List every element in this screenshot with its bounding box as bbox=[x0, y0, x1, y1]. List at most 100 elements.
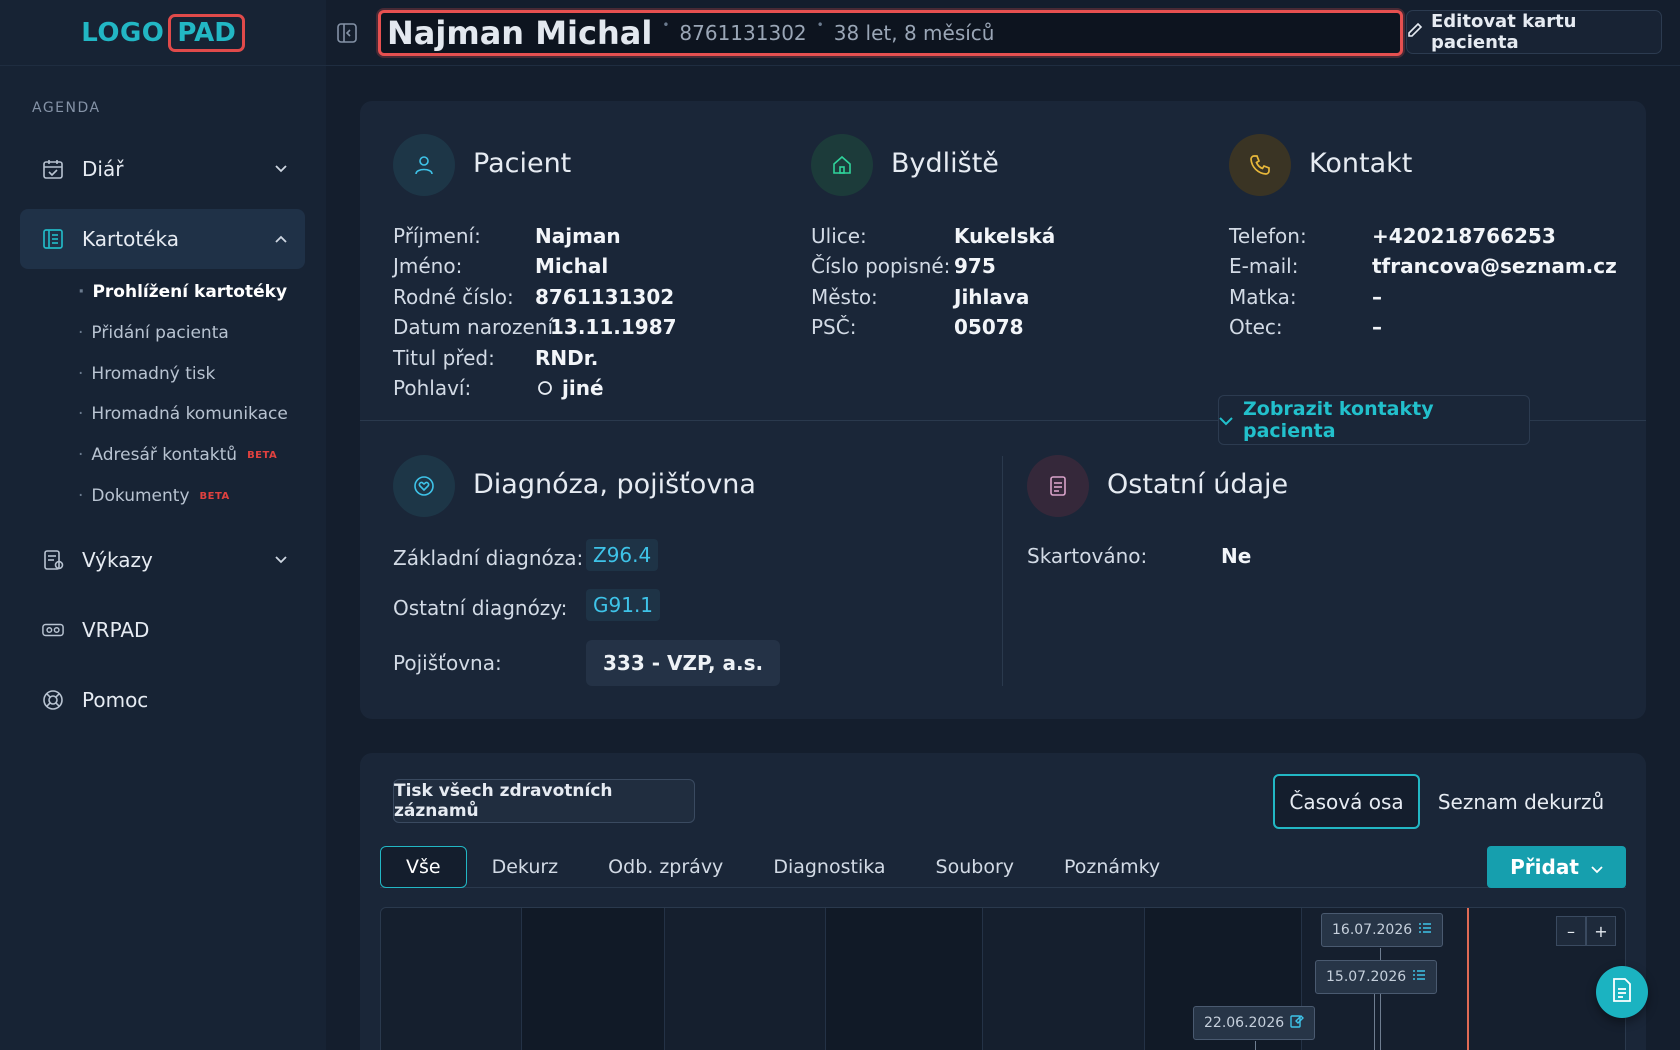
header: Najman Michal • 8761131302 • 38 let, 8 m… bbox=[326, 0, 1680, 66]
beta-badge: BETA bbox=[199, 490, 230, 502]
timeline[interactable]: 16.07.2026 15.07.2026 22.06.2026 – + bbox=[380, 907, 1626, 1050]
sidebar-item-vykazy[interactable]: Výkazy bbox=[20, 530, 305, 590]
zoom-out-button[interactable]: – bbox=[1556, 916, 1586, 946]
sidebar-item-vrpad[interactable]: VRPAD bbox=[20, 600, 305, 660]
sidebar-item-kartoteka[interactable]: Kartotéka bbox=[20, 209, 305, 269]
value-mother: – bbox=[1372, 285, 1382, 309]
sidebar-item-label: VRPAD bbox=[82, 618, 150, 642]
sidebar-item-pomoc[interactable]: Pomoc bbox=[20, 670, 305, 730]
value-phone: +420218766253 bbox=[1372, 224, 1556, 248]
timeline-gridline bbox=[664, 908, 665, 1050]
sidebar-item-label: Pomoc bbox=[82, 688, 149, 712]
label-zip: PSČ: bbox=[811, 315, 857, 339]
patient-age: 38 let, 8 měsíců bbox=[833, 21, 995, 45]
label-insurance: Pojišťovna: bbox=[393, 651, 502, 675]
timeline-now-marker bbox=[1467, 908, 1469, 1050]
label-title: Titul před: bbox=[393, 346, 495, 370]
timeline-gridline bbox=[825, 908, 826, 1050]
label-phone: Telefon: bbox=[1229, 224, 1307, 248]
chevron-down-icon bbox=[1219, 409, 1233, 431]
home-icon bbox=[811, 134, 873, 196]
sidebar-subitem-tisk[interactable]: Hromadný tisk bbox=[78, 364, 215, 384]
filter-files[interactable]: Soubory bbox=[911, 846, 1039, 888]
value-house-number: 975 bbox=[954, 254, 996, 278]
sidebar-subitem-adresar[interactable]: Adresář kontaktů BETA bbox=[78, 445, 277, 465]
filter-diagnostics[interactable]: Diagnostika bbox=[748, 846, 910, 888]
label-gender: Pohlaví: bbox=[393, 376, 472, 400]
label-firstname: Jméno: bbox=[393, 254, 463, 278]
sidebar-collapse-icon[interactable] bbox=[336, 22, 358, 44]
edit-patient-button[interactable]: Editovat kartu pacienta bbox=[1406, 10, 1662, 54]
section-title-residence: Bydliště bbox=[891, 148, 999, 179]
list-icon bbox=[1412, 969, 1426, 985]
patient-title: Najman Michal • 8761131302 • 38 let, 8 m… bbox=[378, 10, 1403, 56]
label-birth-date: Datum narození: bbox=[393, 315, 560, 339]
patient-info-card: Pacient Příjmení: Najman Jméno: Michal R… bbox=[360, 101, 1646, 719]
filter-decursus[interactable]: Dekurz bbox=[467, 846, 584, 888]
sidebar-subitem-prohlizeni[interactable]: Prohlížení kartotéky bbox=[78, 282, 287, 302]
label-birth-number: Rodné číslo: bbox=[393, 285, 514, 309]
filter-notes[interactable]: Poznámky bbox=[1039, 846, 1185, 888]
document-icon bbox=[1611, 977, 1633, 1007]
timeline-event[interactable]: 22.06.2026 bbox=[1193, 1006, 1316, 1040]
report-icon bbox=[42, 549, 64, 571]
show-contacts-button[interactable]: Zobrazit kontakty pacienta bbox=[1218, 395, 1530, 445]
sidebar-item-label: Diář bbox=[82, 157, 124, 181]
event-date: 15.07.2026 bbox=[1326, 969, 1407, 985]
document-fab-button[interactable] bbox=[1596, 966, 1648, 1018]
add-record-button[interactable]: Přidat bbox=[1487, 846, 1626, 888]
label-other-diagnoses: Ostatní diagnózy: bbox=[393, 596, 568, 620]
gender-circle-icon bbox=[537, 380, 553, 400]
event-date: 22.06.2026 bbox=[1204, 1015, 1285, 1031]
records-card: Tisk všech zdravotních záznamů Časová os… bbox=[360, 753, 1646, 1050]
chevron-down-icon bbox=[275, 162, 305, 177]
section-title-other: Ostatní údaje bbox=[1107, 469, 1289, 500]
value-birth-number: 8761131302 bbox=[535, 285, 675, 309]
timeline-event[interactable]: 15.07.2026 bbox=[1315, 960, 1438, 994]
sidebar-item-label: Výkazy bbox=[82, 548, 153, 572]
subitem-label: Hromadný tisk bbox=[91, 364, 216, 384]
tab-timeline[interactable]: Časová osa bbox=[1273, 774, 1420, 829]
timeline-band bbox=[521, 908, 664, 1050]
sidebar-subitem-komunikace[interactable]: Hromadná komunikace bbox=[78, 404, 288, 424]
logo-badge: PAD bbox=[168, 13, 245, 52]
patient-id: 8761131302 bbox=[679, 21, 807, 45]
value-gender: jiné bbox=[562, 376, 604, 400]
print-all-records-button[interactable]: Tisk všech zdravotních záznamů bbox=[393, 779, 695, 823]
base-diagnosis-chip[interactable]: Z96.4 bbox=[586, 539, 659, 571]
value-title: RNDr. bbox=[535, 346, 599, 370]
section-title-diagnosis: Diagnóza, pojišťovna bbox=[473, 469, 756, 500]
subitem-label: Dokumenty bbox=[91, 486, 190, 506]
sidebar-subitem-dokumenty[interactable]: Dokumenty BETA bbox=[78, 486, 230, 506]
value-email: tfrancova@seznam.cz bbox=[1372, 254, 1617, 278]
label-house-number: Číslo popisné: bbox=[811, 254, 951, 278]
calendar-icon bbox=[42, 158, 64, 180]
value-birth-date: 13.11.1987 bbox=[550, 315, 677, 339]
edit-patient-label: Editovat kartu pacienta bbox=[1431, 11, 1577, 53]
value-street: Kukelská bbox=[954, 224, 1056, 248]
chevron-down-icon bbox=[275, 553, 305, 568]
zoom-in-button[interactable]: + bbox=[1586, 916, 1616, 946]
subitem-label: Hromadná komunikace bbox=[91, 404, 288, 424]
label-street: Ulice: bbox=[811, 224, 867, 248]
subitem-label: Přidání pacienta bbox=[91, 323, 229, 343]
sidebar-subitem-pridani[interactable]: Přidání pacienta bbox=[78, 323, 229, 343]
value-surname: Najman bbox=[535, 224, 621, 248]
heart-badge-icon bbox=[393, 455, 455, 517]
tab-decursus-list[interactable]: Seznam dekurzů bbox=[1430, 774, 1612, 829]
chevron-up-icon bbox=[275, 232, 305, 247]
sidebar-item-diar[interactable]: Diář bbox=[20, 139, 305, 199]
label-city: Město: bbox=[811, 285, 878, 309]
insurance-chip: 333 - VZP, a.s. bbox=[586, 640, 781, 686]
filter-reports[interactable]: Odb. zprávy bbox=[583, 846, 748, 888]
logo[interactable]: LOGO PAD bbox=[0, 0, 326, 66]
filter-all[interactable]: Vše bbox=[380, 845, 467, 888]
divider bbox=[1002, 456, 1003, 686]
timeline-event[interactable]: 16.07.2026 bbox=[1321, 913, 1444, 947]
other-diagnosis-chip[interactable]: G91.1 bbox=[586, 589, 661, 621]
label-shredded: Skartováno: bbox=[1027, 544, 1148, 568]
note-edit-icon bbox=[1290, 1014, 1305, 1032]
lifebuoy-icon bbox=[42, 689, 64, 711]
label-surname: Příjmení: bbox=[393, 224, 481, 248]
event-date: 16.07.2026 bbox=[1332, 922, 1413, 938]
